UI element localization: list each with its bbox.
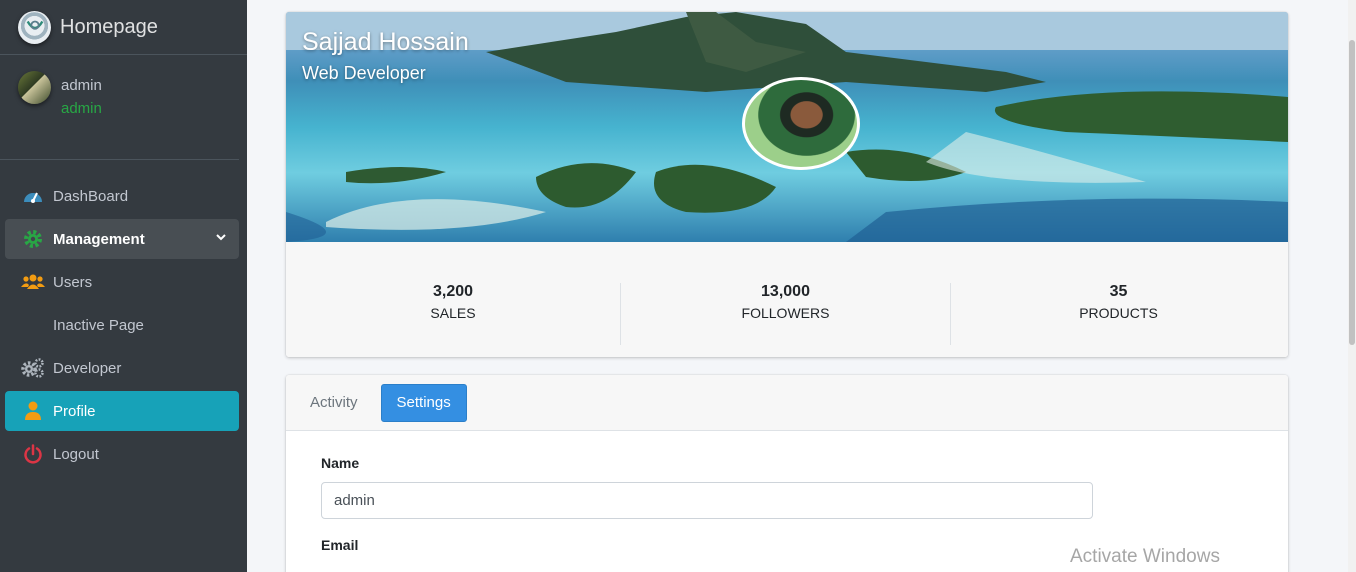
sidebar-item-inactive-page[interactable]: Inactive Page xyxy=(5,305,239,345)
sidebar-item-label: Logout xyxy=(53,445,99,463)
stat-value: 13,000 xyxy=(761,283,810,300)
gears-icon xyxy=(21,356,45,380)
profile-description: Web Developer xyxy=(302,63,426,83)
tab-activity[interactable]: Activity xyxy=(295,384,373,422)
activate-windows-watermark: Activate Windows xyxy=(1070,546,1220,567)
stat-value: 3,200 xyxy=(432,283,474,300)
settings-form: Name Email xyxy=(286,431,1288,553)
user-name[interactable]: admin xyxy=(61,77,102,94)
scrollbar-thumb[interactable] xyxy=(1349,40,1355,345)
sidebar: Homepage admin admin DashBoard Managemen… xyxy=(0,0,247,572)
name-field[interactable] xyxy=(321,482,1093,519)
brand-title: Homepage xyxy=(60,15,158,38)
sidebar-item-label: Profile xyxy=(53,402,96,420)
power-icon xyxy=(21,442,45,466)
dashboard-gauge-icon xyxy=(21,184,45,208)
profile-avatar xyxy=(742,77,860,170)
stat-products: 35 PRODUCTS xyxy=(951,283,1286,345)
sidebar-item-label: Inactive Page xyxy=(53,316,144,334)
stat-label: PRODUCTS xyxy=(1079,305,1158,321)
stat-label: SALES xyxy=(430,305,476,321)
profile-stats: 3,200 SALES 13,000 FOLLOWERS 35 PRODUCTS xyxy=(286,242,1288,357)
sidebar-nav: DashBoard Management Users Inactive Page… xyxy=(0,160,247,474)
tab-bar: Activity Settings xyxy=(286,375,1288,431)
tab-settings[interactable]: Settings xyxy=(380,383,467,422)
sidebar-item-management[interactable]: Management xyxy=(5,219,239,259)
stat-followers: 13,000 FOLLOWERS xyxy=(621,283,951,345)
profile-name: Sajjad Hossain xyxy=(302,28,469,56)
name-label: Name xyxy=(321,455,360,471)
users-icon xyxy=(21,270,45,294)
brand-link[interactable]: Homepage xyxy=(0,0,247,55)
chevron-down-icon xyxy=(216,234,226,241)
stat-value: 35 xyxy=(1109,283,1128,300)
sidebar-item-logout[interactable]: Logout xyxy=(5,434,239,474)
sidebar-item-label: Users xyxy=(53,273,93,291)
cover-image: Sajjad Hossain Web Developer xyxy=(286,12,1288,242)
homepage-logo-icon xyxy=(18,10,51,44)
avatar[interactable] xyxy=(18,71,51,104)
settings-card: Activity Settings Name Email xyxy=(286,375,1288,572)
sidebar-item-label: Developer xyxy=(53,359,122,377)
sidebar-item-users[interactable]: Users xyxy=(5,262,239,302)
sidebar-item-profile[interactable]: Profile xyxy=(5,391,239,431)
stat-sales: 3,200 SALES xyxy=(286,283,621,345)
sidebar-item-dashboard[interactable]: DashBoard xyxy=(5,176,239,216)
profile-widget: Sajjad Hossain Web Developer 3,200 SALES… xyxy=(286,12,1288,357)
user-icon xyxy=(21,399,45,423)
user-role: admin xyxy=(61,100,102,117)
sidebar-item-label: DashBoard xyxy=(53,187,129,205)
gear-icon xyxy=(21,227,45,251)
stat-label: FOLLOWERS xyxy=(741,305,830,321)
user-panel: admin admin xyxy=(0,55,239,160)
sidebar-item-developer[interactable]: Developer xyxy=(5,348,239,388)
sidebar-item-label: Management xyxy=(53,230,145,248)
